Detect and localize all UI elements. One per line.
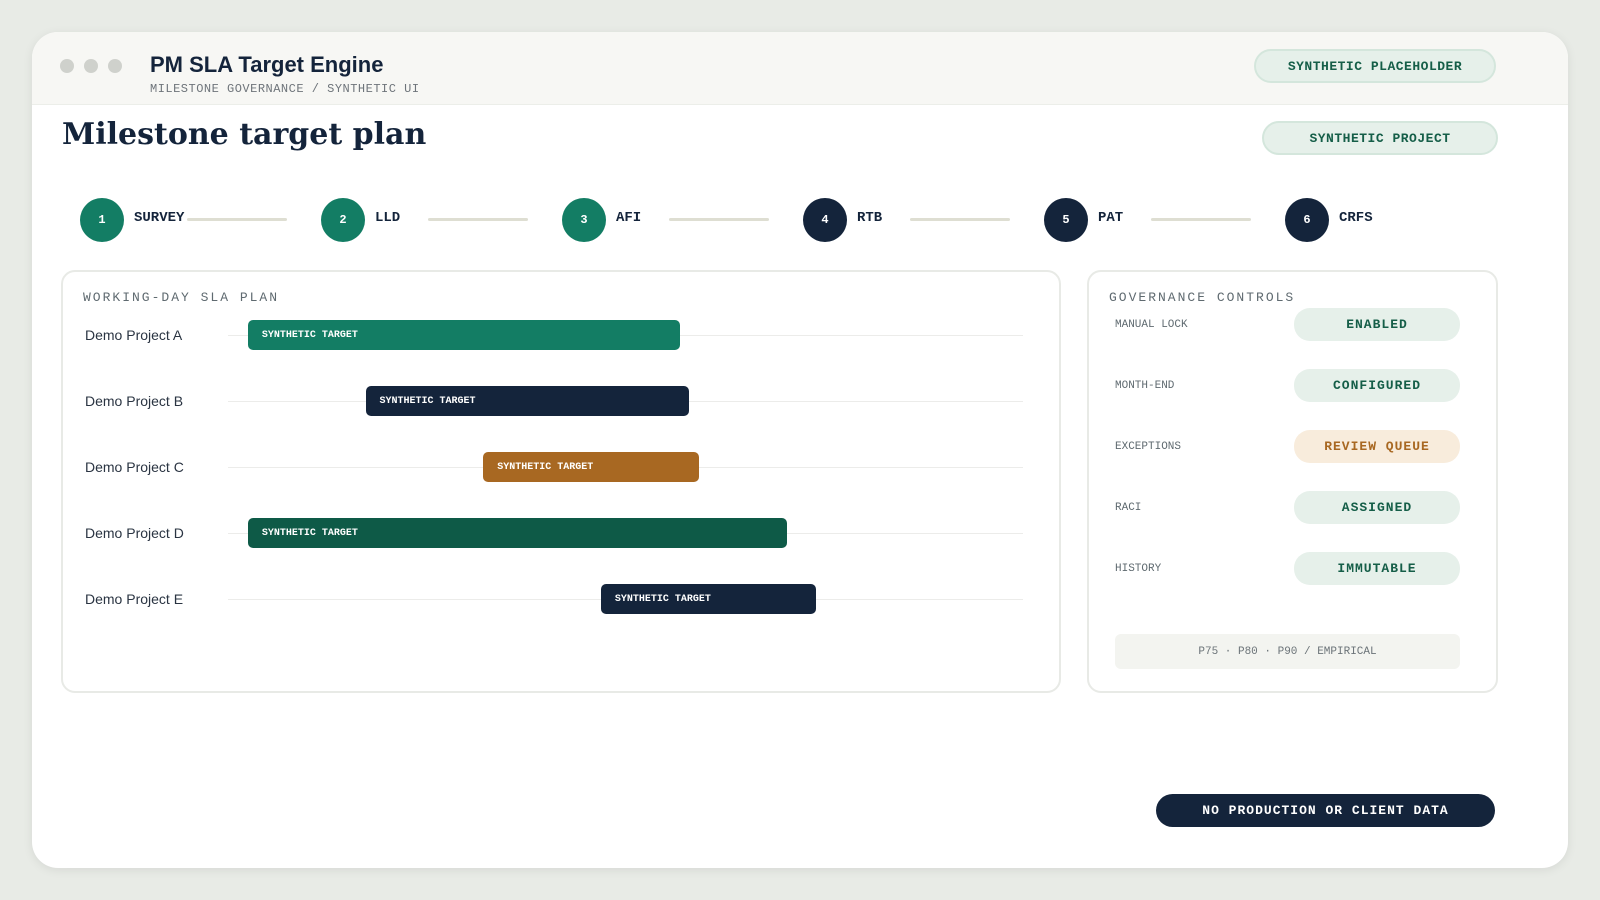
control-status-badge[interactable]: IMMUTABLE bbox=[1294, 552, 1460, 585]
step-4-circle[interactable]: 4 bbox=[803, 198, 847, 242]
step-connector bbox=[910, 218, 1010, 221]
step-2-label[interactable]: LLD bbox=[375, 210, 400, 226]
control-label: EXCEPTIONS bbox=[1115, 441, 1182, 453]
step-5-circle[interactable]: 5 bbox=[1044, 198, 1088, 242]
step-3-circle[interactable]: 3 bbox=[562, 198, 606, 242]
step-2-circle[interactable]: 2 bbox=[321, 198, 365, 242]
step-1-label[interactable]: SURVEY bbox=[134, 210, 184, 226]
window-maximize-dot[interactable] bbox=[108, 59, 122, 73]
control-label: HISTORY bbox=[1115, 563, 1162, 575]
percentile-summary: P75 · P80 · P90 / EMPIRICAL bbox=[1115, 634, 1460, 669]
step-6-circle[interactable]: 6 bbox=[1285, 198, 1329, 242]
sla-plan-title: WORKING-DAY SLA PLAN bbox=[83, 290, 280, 305]
app-title: PM SLA Target Engine bbox=[150, 52, 384, 77]
step-connector bbox=[669, 218, 769, 221]
window-minimize-dot[interactable] bbox=[84, 59, 98, 73]
step-1-circle[interactable]: 1 bbox=[80, 198, 124, 242]
control-label: MONTH-END bbox=[1115, 380, 1175, 392]
project-badge[interactable]: SYNTHETIC PROJECT bbox=[1262, 121, 1498, 155]
sla-target-bar[interactable]: SYNTHETIC TARGET bbox=[365, 386, 690, 416]
sla-target-bar[interactable]: SYNTHETIC TARGET bbox=[247, 518, 787, 548]
control-status-badge[interactable]: ASSIGNED bbox=[1294, 491, 1460, 524]
governance-panel: GOVERNANCE CONTROLS MANUAL LOCK ENABLED MO… bbox=[1087, 270, 1498, 693]
step-6-label[interactable]: CRFS bbox=[1339, 210, 1373, 226]
step-connector bbox=[1151, 218, 1251, 221]
step-connector bbox=[187, 218, 287, 221]
project-label: Demo Project C bbox=[85, 459, 184, 475]
step-4-label[interactable]: RTB bbox=[857, 210, 882, 226]
window-close-dot[interactable] bbox=[60, 59, 74, 73]
sla-plan-panel: WORKING-DAY SLA PLAN Demo Project A SYNTH… bbox=[61, 270, 1061, 693]
step-connector bbox=[428, 218, 528, 221]
governance-title: GOVERNANCE CONTROLS bbox=[1109, 290, 1296, 305]
page-title: Milestone target plan bbox=[62, 117, 427, 152]
sla-target-bar[interactable]: SYNTHETIC TARGET bbox=[247, 320, 680, 350]
step-5-label[interactable]: PAT bbox=[1098, 210, 1123, 226]
project-label: Demo Project B bbox=[85, 393, 184, 409]
control-label: RACI bbox=[1115, 502, 1142, 514]
project-label: Demo Project E bbox=[85, 591, 184, 607]
app-subtitle: MILESTONE GOVERNANCE / SYNTHETIC UI bbox=[150, 82, 420, 96]
data-notice-badge: NO PRODUCTION OR CLIENT DATA bbox=[1156, 794, 1495, 827]
project-label: Demo Project A bbox=[85, 327, 183, 343]
sla-target-bar[interactable]: SYNTHETIC TARGET bbox=[600, 584, 817, 614]
control-status-badge[interactable]: REVIEW QUEUE bbox=[1294, 430, 1460, 463]
control-status-badge[interactable]: CONFIGURED bbox=[1294, 369, 1460, 402]
control-label: MANUAL LOCK bbox=[1115, 319, 1188, 331]
step-3-label[interactable]: AFI bbox=[616, 210, 641, 226]
title-bar: PM SLA Target Engine MILESTONE GOVERNANC… bbox=[32, 32, 1568, 105]
sla-target-bar[interactable]: SYNTHETIC TARGET bbox=[483, 452, 699, 482]
project-label: Demo Project D bbox=[85, 525, 184, 541]
app-window: PM SLA Target Engine MILESTONE GOVERNANC… bbox=[32, 32, 1568, 868]
control-status-badge[interactable]: ENABLED bbox=[1294, 308, 1460, 341]
header-badge: SYNTHETIC PLACEHOLDER bbox=[1254, 49, 1496, 83]
